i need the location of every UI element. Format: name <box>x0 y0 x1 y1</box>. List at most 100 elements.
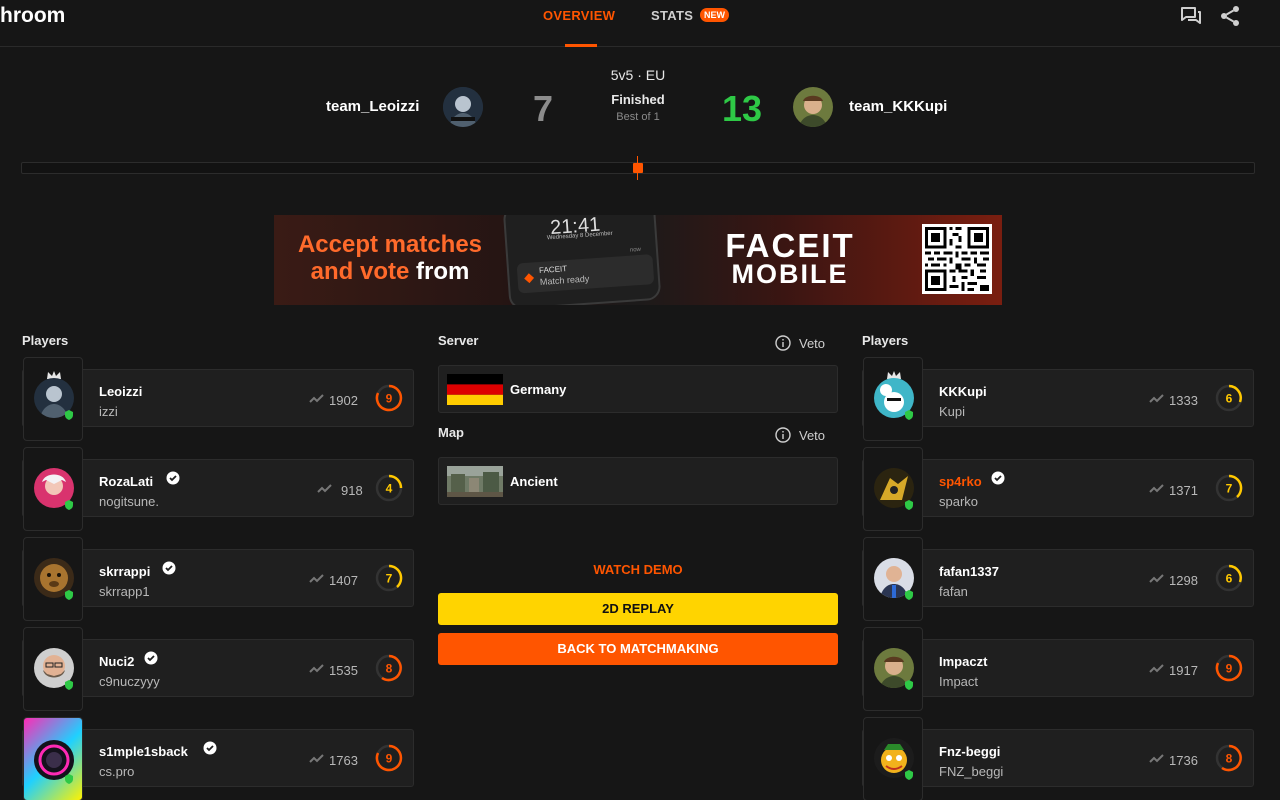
map-thumbnail <box>447 466 503 497</box>
verified-shield-icon <box>905 500 913 510</box>
elo-trend-icon <box>309 754 324 763</box>
verified-shield-icon <box>65 500 73 510</box>
player-nickname[interactable]: skrrappi <box>99 564 150 579</box>
verified-badge-icon <box>991 471 1005 485</box>
player-avatar-frame <box>863 447 923 531</box>
player-avatar-frame <box>863 717 923 800</box>
player-card[interactable]: RozaLati nogitsune. 918 4 <box>22 447 414 531</box>
info-icon[interactable] <box>775 427 791 443</box>
player-avatar-frame <box>23 357 83 441</box>
team2-name[interactable]: team_KKKupi <box>849 98 947 115</box>
skill-level-icon: 8 <box>375 654 403 682</box>
player-card[interactable]: KKKupi Kupi 1333 6 <box>862 357 1254 441</box>
team2-score: 13 <box>722 88 763 129</box>
player-card[interactable]: Impaczt Impact 1917 9 <box>862 627 1254 711</box>
veto-link-server[interactable]: Veto <box>799 336 825 351</box>
banner-line2: and vote from <box>274 258 506 285</box>
player-avatar-frame <box>863 627 923 711</box>
map-name: Ancient <box>510 474 558 489</box>
skill-level-value: 7 <box>386 572 393 586</box>
info-icon[interactable] <box>775 335 791 351</box>
chat-icon[interactable] <box>1179 4 1203 28</box>
player-avatar-frame <box>23 717 83 800</box>
elo-trend-icon <box>1149 394 1164 403</box>
player-ingame-name: fafan <box>939 584 968 599</box>
skill-level-value: 6 <box>1226 572 1233 586</box>
verified-badge-icon <box>144 651 158 665</box>
new-badge: NEW <box>700 8 729 22</box>
banner-line2-orange: and vote <box>310 258 410 285</box>
watch-demo-link[interactable]: WATCH DEMO <box>438 562 838 577</box>
elo-value: 918 <box>341 483 363 498</box>
verified-shield-icon <box>65 774 73 784</box>
phone-now: now <box>629 246 642 254</box>
player-nickname[interactable]: sp4rko <box>939 474 982 489</box>
player-avatar-frame <box>23 627 83 711</box>
elo-value: 1333 <box>1169 393 1198 408</box>
phone-notification: FACEIT Match ready <box>516 254 655 294</box>
tab-overview[interactable]: OVERVIEW <box>543 8 615 23</box>
skill-level-icon: 9 <box>375 744 403 772</box>
team1-avatar[interactable] <box>443 87 483 127</box>
faceit-logo: FACEIT <box>725 227 855 264</box>
player-card[interactable]: fafan1337 fafan 1298 6 <box>862 537 1254 621</box>
left-players-title: Players <box>22 333 69 348</box>
player-card[interactable]: skrrappi skrrapp1 1407 7 <box>22 537 414 621</box>
skill-level-icon: 4 <box>375 474 403 502</box>
elo-value: 1535 <box>329 663 358 678</box>
player-card[interactable]: Fnz-beggi FNZ_beggi 1736 8 <box>862 717 1254 800</box>
tab-stats[interactable]: STATS <box>651 8 693 23</box>
best-of: Best of 1 <box>616 111 660 123</box>
player-nickname[interactable]: Fnz-beggi <box>939 744 1000 759</box>
faceit-mobile-logo: MOBILE <box>731 259 849 289</box>
player-nickname[interactable]: Leoizzi <box>99 384 142 399</box>
skill-level-value: 9 <box>386 752 393 766</box>
match-status: Finished <box>611 92 665 107</box>
player-nickname[interactable]: s1mple1sback <box>99 744 188 759</box>
elo-value: 1917 <box>1169 663 1198 678</box>
skill-level-icon: 7 <box>1215 474 1243 502</box>
banner-line1: Accept matches <box>297 231 483 258</box>
elo-value: 1371 <box>1169 483 1198 498</box>
player-nickname[interactable]: fafan1337 <box>939 564 999 579</box>
back-to-matchmaking-button[interactable]: BACK TO MATCHMAKING <box>438 633 838 665</box>
player-card[interactable]: sp4rko sparko 1371 7 <box>862 447 1254 531</box>
verified-shield-icon <box>65 680 73 690</box>
player-nickname[interactable]: KKKupi <box>939 384 987 399</box>
banner-line2-white: from <box>416 258 470 285</box>
player-card[interactable]: s1mple1sback cs.pro 1763 9 <box>22 717 414 800</box>
notification-title: FACEIT <box>538 264 568 276</box>
elo-value: 1763 <box>329 753 358 768</box>
banner-headline: Accept matches and vote from <box>274 231 506 285</box>
faceit-mobile-banner[interactable]: Accept matches and vote from 21:41 Wedne… <box>274 215 1002 305</box>
skill-level-value: 8 <box>1226 752 1233 766</box>
verified-badge-icon <box>162 561 176 575</box>
elo-trend-icon <box>309 664 324 673</box>
team2-avatar[interactable] <box>793 87 833 127</box>
replay-2d-button[interactable]: 2D REPLAY <box>438 593 838 625</box>
map-box: Ancient <box>438 457 838 505</box>
player-nickname[interactable]: RozaLati <box>99 474 153 489</box>
elo-value: 1736 <box>1169 753 1198 768</box>
veto-link-map[interactable]: Veto <box>799 428 825 443</box>
skill-level-icon: 9 <box>1215 654 1243 682</box>
elo-trend-icon <box>309 394 324 403</box>
elo-trend-icon <box>1149 484 1164 493</box>
server-title: Server <box>438 333 479 348</box>
germany-flag-icon <box>447 374 503 405</box>
skill-level-value: 8 <box>386 662 393 676</box>
player-nickname[interactable]: Impaczt <box>939 654 987 669</box>
player-card[interactable]: Nuci2 c9nuczyyy 1535 8 <box>22 627 414 711</box>
elo-trend-icon <box>317 484 332 493</box>
share-icon[interactable] <box>1218 4 1242 28</box>
player-nickname[interactable]: Nuci2 <box>99 654 134 669</box>
player-avatar-frame <box>23 537 83 621</box>
verified-shield-icon <box>905 770 913 780</box>
player-card[interactable]: Leoizzi izzi 1902 9 <box>22 357 414 441</box>
elo-value: 1902 <box>329 393 358 408</box>
team1-score: 7 <box>533 88 554 129</box>
faceit-logo-icon <box>524 273 535 284</box>
skill-level-value: 9 <box>1226 662 1233 676</box>
match-format: 5v5 · EU <box>610 67 666 83</box>
team1-name[interactable]: team_Leoizzi <box>326 98 419 115</box>
